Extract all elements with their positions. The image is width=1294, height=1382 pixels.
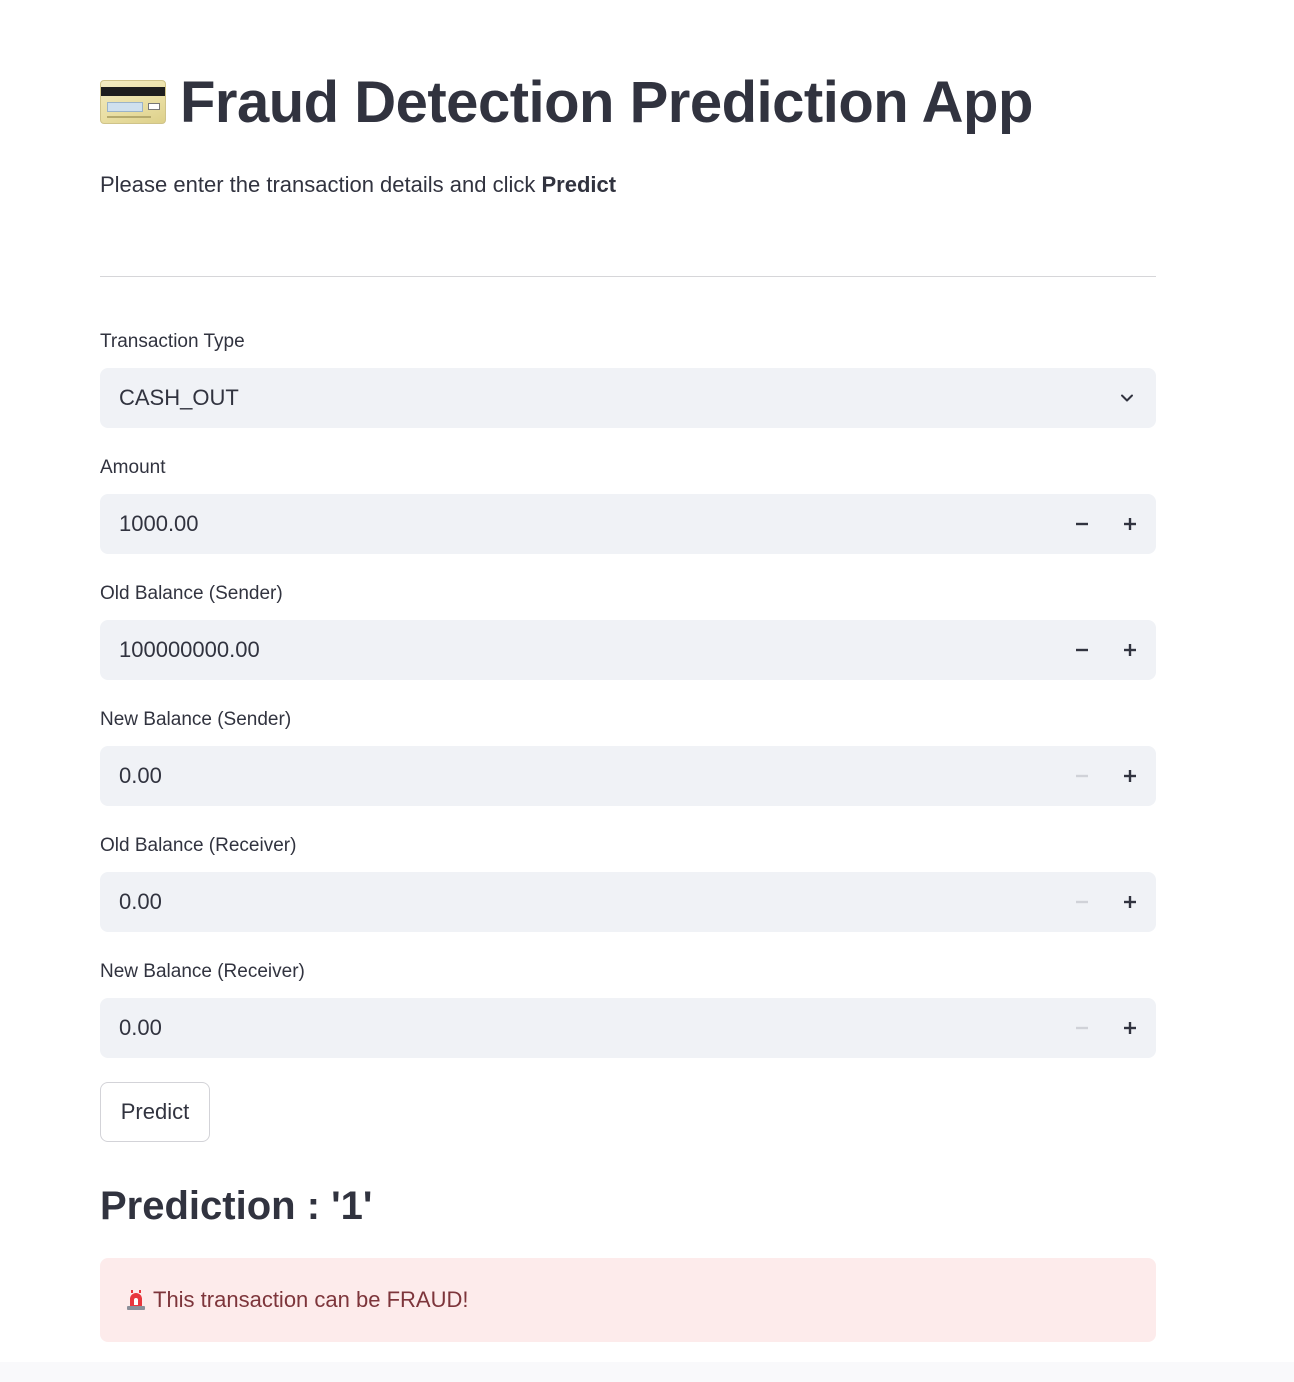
bottom-strip xyxy=(0,1362,1294,1382)
new-balance-sender-decrement-button[interactable] xyxy=(1058,746,1106,806)
minus-icon xyxy=(1076,1026,1088,1030)
amount-label: Amount xyxy=(100,457,166,478)
plus-icon xyxy=(1124,1022,1136,1034)
prediction-heading: Prediction : '1' xyxy=(100,1184,373,1228)
old-balance-receiver-label: Old Balance (Receiver) xyxy=(100,835,297,856)
subtitle-text: Please enter the transaction details and… xyxy=(100,172,542,197)
divider xyxy=(100,276,1156,277)
transaction-type-label: Transaction Type xyxy=(100,331,245,352)
new-balance-receiver-increment-button[interactable] xyxy=(1106,998,1154,1058)
subtitle-bold: Predict xyxy=(541,172,617,197)
rotating-light-icon xyxy=(127,1290,145,1310)
minus-icon xyxy=(1076,900,1088,904)
page-title: Fraud Detection Prediction App xyxy=(180,69,1033,135)
minus-icon xyxy=(1076,774,1088,778)
transaction-type-value: CASH_OUT xyxy=(119,385,239,410)
new-balance-receiver-value: 0.00 xyxy=(119,1015,162,1040)
title-row: Fraud Detection Prediction App xyxy=(100,66,1033,138)
old-balance-receiver-decrement-button[interactable] xyxy=(1058,872,1106,932)
amount-increment-button[interactable] xyxy=(1106,494,1154,554)
plus-icon xyxy=(1124,518,1136,530)
new-balance-sender-increment-button[interactable] xyxy=(1106,746,1154,806)
predict-button[interactable]: Predict xyxy=(100,1082,210,1142)
new-balance-receiver-label: New Balance (Receiver) xyxy=(100,961,305,982)
new-balance-sender-value: 0.00 xyxy=(119,763,162,788)
old-balance-sender-increment-button[interactable] xyxy=(1106,620,1154,680)
plus-icon xyxy=(1124,896,1136,908)
plus-icon xyxy=(1124,644,1136,656)
new-balance-sender-input[interactable]: 0.00 xyxy=(100,746,1156,806)
old-balance-receiver-value: 0.00 xyxy=(119,889,162,914)
old-balance-sender-label: Old Balance (Sender) xyxy=(100,583,283,604)
old-balance-sender-value: 100000000.00 xyxy=(119,637,260,662)
transaction-type-select[interactable]: CASH_OUT xyxy=(100,368,1156,428)
credit-card-icon xyxy=(100,80,166,124)
old-balance-receiver-input[interactable]: 0.00 xyxy=(100,872,1156,932)
page-subtitle: Please enter the transaction details and… xyxy=(100,172,616,198)
old-balance-receiver-increment-button[interactable] xyxy=(1106,872,1154,932)
old-balance-sender-decrement-button[interactable] xyxy=(1058,620,1106,680)
chevron-down-icon xyxy=(1121,394,1133,402)
app-page: Fraud Detection Prediction App Please en… xyxy=(0,0,1294,1382)
new-balance-receiver-input[interactable]: 0.00 xyxy=(100,998,1156,1058)
minus-icon xyxy=(1076,648,1088,652)
minus-icon xyxy=(1076,522,1088,526)
amount-input[interactable]: 1000.00 xyxy=(100,494,1156,554)
amount-decrement-button[interactable] xyxy=(1058,494,1106,554)
new-balance-receiver-decrement-button[interactable] xyxy=(1058,998,1106,1058)
plus-icon xyxy=(1124,770,1136,782)
fraud-alert: This transaction can be FRAUD! xyxy=(100,1258,1156,1342)
old-balance-sender-input[interactable]: 100000000.00 xyxy=(100,620,1156,680)
alert-message: This transaction can be FRAUD! xyxy=(153,1287,469,1312)
amount-value: 1000.00 xyxy=(119,511,199,536)
new-balance-sender-label: New Balance (Sender) xyxy=(100,709,292,730)
